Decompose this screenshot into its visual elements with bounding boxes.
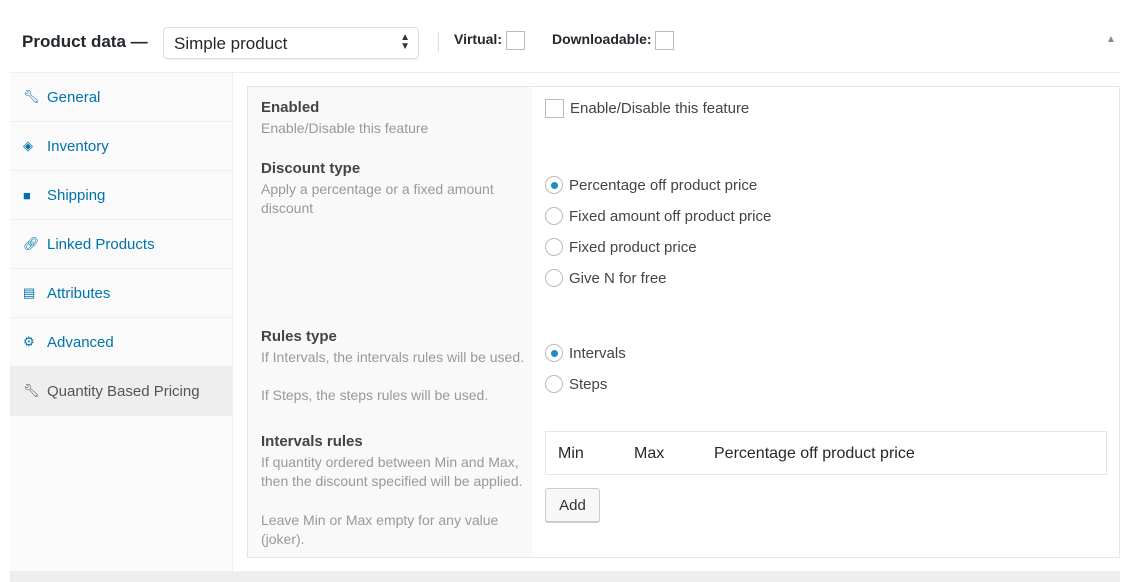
tab-attributes[interactable]: ▤ Attributes (10, 269, 232, 318)
virtual-checkbox[interactable] (505, 31, 525, 50)
discount-option-give-n-free[interactable]: Give N for free (545, 269, 667, 287)
column-header-min: Min (558, 445, 584, 462)
gear-icon: ⚙ (23, 334, 35, 349)
intervals-rules-desc: Leave Min or Max empty for any value (jo… (261, 512, 499, 547)
tab-advanced[interactable]: ⚙ Advanced (10, 318, 232, 367)
panel-footer (10, 571, 1120, 582)
rules-option-steps[interactable]: Steps (545, 375, 607, 393)
product-data-header: Product data — Simple product ▲ ▼ Virtual:… (0, 0, 1124, 72)
rules-type-desc: If Intervals, the intervals rules will b… (261, 349, 525, 365)
list-icon: ▤ (23, 285, 36, 300)
radio-button[interactable] (545, 375, 563, 393)
rules-option-intervals[interactable]: Intervals (545, 344, 626, 362)
downloadable-option[interactable]: Downloadable: (552, 31, 675, 50)
rules-type-label: Rules type (261, 328, 337, 345)
tag-icon: ◈ (23, 138, 33, 153)
product-type-select[interactable]: Simple product ▲ ▼ (163, 27, 419, 59)
add-rule-button[interactable]: Add (545, 488, 600, 522)
radio-button[interactable] (545, 176, 563, 194)
column-header-discount: Percentage off product price (714, 445, 915, 462)
rules-type-desc: If Steps, the steps rules will be used. (261, 387, 489, 403)
column-header-max: Max (634, 445, 665, 462)
product-data-title: Product data — (22, 32, 148, 51)
tab-quantity-based-pricing[interactable]: 🔧︎ Quantity Based Pricing (10, 367, 232, 416)
enable-feature-option[interactable]: Enable/Disable this feature (545, 99, 749, 118)
link-icon: 🔗︎ (23, 236, 40, 251)
enable-feature-checkbox[interactable] (545, 99, 564, 118)
discount-type-label: Discount type (261, 160, 361, 177)
discount-type-desc: Apply a percentage or a fixed amount dis… (261, 181, 494, 216)
collapse-toggle-icon[interactable]: ▲ (1106, 34, 1116, 45)
enabled-desc: Enable/Disable this feature (261, 120, 429, 136)
discount-option-fixed-amount[interactable]: Fixed amount off product price (545, 207, 771, 225)
radio-button[interactable] (545, 238, 563, 256)
radio-button[interactable] (545, 344, 563, 362)
enabled-label: Enabled (261, 99, 320, 116)
tab-shipping[interactable]: ■ Shipping (10, 171, 232, 220)
downloadable-checkbox[interactable] (655, 31, 675, 50)
tab-inventory[interactable]: ◈ Inventory (10, 122, 232, 171)
truck-icon: ■ (23, 187, 31, 203)
intervals-rules-table: Min Max Percentage off product price (545, 431, 1107, 475)
wrench-icon: 🔧︎ (23, 383, 40, 398)
virtual-option[interactable]: Virtual: (454, 31, 525, 50)
quantity-pricing-panel: Enabled Enable/Disable this feature Enab… (247, 86, 1120, 558)
product-data-tabs: 🔧︎ General ◈ Inventory ■ Shipping 🔗︎ Linked … (10, 73, 233, 571)
radio-button[interactable] (545, 269, 563, 287)
discount-option-fixed-price[interactable]: Fixed product price (545, 238, 697, 256)
tab-general[interactable]: 🔧︎ General (10, 73, 232, 122)
discount-option-percentage[interactable]: Percentage off product price (545, 176, 757, 194)
intervals-rules-label: Intervals rules (261, 433, 363, 450)
tab-linked-products[interactable]: 🔗︎ Linked Products (10, 220, 232, 269)
radio-button[interactable] (545, 207, 563, 225)
divider (438, 32, 439, 52)
wrench-icon: 🔧︎ (23, 89, 40, 104)
select-arrows-icon: ▲ ▼ (400, 32, 410, 52)
intervals-rules-desc: If quantity ordered between Min and Max,… (261, 454, 523, 489)
